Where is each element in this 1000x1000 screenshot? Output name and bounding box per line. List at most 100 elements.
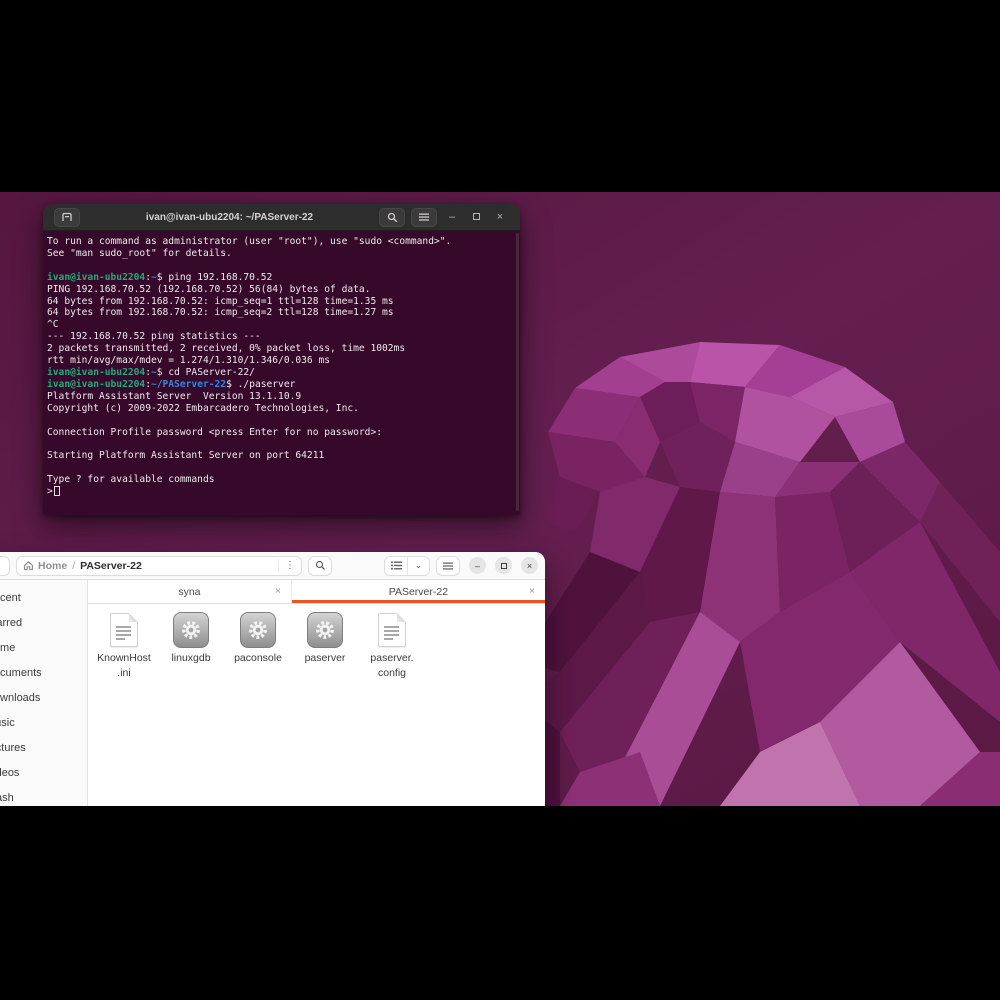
terminal-titlebar[interactable]: ivan@ivan-ubu2204: ~/PAServer-22 – × xyxy=(43,204,520,231)
sidebar-item-recent[interactable]: ◷Recent xyxy=(0,586,87,611)
terminal-line: Connection Profile password <press Enter… xyxy=(47,427,516,439)
view-options-dropdown[interactable]: ⌄ xyxy=(407,556,429,575)
terminal-line: Starting Platform Assistant Server on po… xyxy=(47,450,516,462)
files-headerbar[interactable]: ‹ › Home / PAServer-22 ⋮ xyxy=(0,552,545,580)
terminal-text: Platform Assistant Server Version 13.1.1… xyxy=(47,390,302,402)
search-icon xyxy=(315,560,325,571)
sidebar-item-pictures[interactable]: ▦Pictures xyxy=(0,735,87,760)
file-item-paconsole[interactable]: paconsole xyxy=(229,610,287,665)
file-item-paserver[interactable]: paserver xyxy=(296,610,354,665)
terminal-minimize-button[interactable]: – xyxy=(440,204,464,231)
terminal-text: See "man sudo_root" for details. xyxy=(47,247,232,259)
terminal-line: 64 bytes from 192.168.70.52: icmp_seq=1 … xyxy=(47,296,516,308)
sidebar-item-label: Videos xyxy=(0,766,20,779)
chevron-down-icon: ⌄ xyxy=(414,560,423,570)
terminal-line: Copyright (c) 2009-2022 Embarcadero Tech… xyxy=(47,403,516,415)
terminal-cursor xyxy=(53,486,60,497)
terminal-line: > xyxy=(47,486,516,498)
tab-close-icon[interactable]: × xyxy=(529,586,535,597)
tab-close-icon[interactable]: × xyxy=(275,586,281,597)
files-search-button[interactable] xyxy=(308,555,332,576)
terminal-line: Type ? for available commands xyxy=(47,474,516,486)
terminal-close-button[interactable]: × xyxy=(488,204,512,231)
path-menu-button[interactable]: ⋮ xyxy=(278,558,295,573)
forward-button[interactable]: › xyxy=(0,555,10,576)
sidebar-item-label: Trash xyxy=(0,791,14,804)
file-label: paserver xyxy=(304,652,346,664)
path-bar[interactable]: Home / PAServer-22 ⋮ xyxy=(16,555,302,576)
hamburger-icon xyxy=(419,213,429,221)
terminal-text: Copyright (c) 2009-2022 Embarcadero Tech… xyxy=(47,402,359,414)
terminal-line: To run a command as administrator (user … xyxy=(47,236,516,248)
view-toggle: ⌄ xyxy=(384,555,430,576)
terminal-text: $ ./paserver xyxy=(226,378,296,390)
sidebar-item-label: Pictures xyxy=(0,741,26,754)
executable-gear-icon xyxy=(240,610,276,650)
tab-label: PAServer-22 xyxy=(388,585,449,598)
maximize-icon xyxy=(472,212,480,220)
terminal-menu-button[interactable] xyxy=(411,207,437,227)
sidebar-item-trash[interactable]: ▣Trash xyxy=(0,785,87,806)
files-window: ‹ › Home / PAServer-22 ⋮ xyxy=(0,552,546,806)
terminal-text: ivan@ivan-ubu2204 xyxy=(47,366,146,378)
list-view-button[interactable] xyxy=(385,556,407,575)
files-minimize-button[interactable]: – xyxy=(469,557,486,574)
sidebar-item-documents[interactable]: ▤Documents xyxy=(0,661,87,686)
path-current-folder[interactable]: PAServer-22 xyxy=(80,560,142,572)
sidebar-item-label: Recent xyxy=(0,592,21,605)
sidebar-item-starred[interactable]: ☆Starred xyxy=(0,611,87,636)
terminal-line: ivan@ivan-ubu2204:~$ cd PAServer-22/ xyxy=(47,367,516,379)
sidebar-item-home[interactable]: ⌂Home xyxy=(0,636,87,661)
path-home[interactable]: Home xyxy=(38,560,67,572)
terminal-text: --- 192.168.70.52 ping statistics --- xyxy=(47,331,261,343)
terminal-line: See "man sudo_root" for details. xyxy=(47,248,516,260)
sidebar-item-videos[interactable]: ▶Videos xyxy=(0,760,87,785)
list-view-icon xyxy=(390,561,402,570)
terminal-text: Connection Profile password <press Enter… xyxy=(47,426,383,438)
tab-bar: syna × PAServer-22 × xyxy=(88,580,546,604)
executable-gear-icon xyxy=(173,610,209,650)
text-file-icon xyxy=(110,610,138,650)
tab-label: syna xyxy=(178,585,201,598)
terminal-window: ivan@ivan-ubu2204: ~/PAServer-22 – × To … xyxy=(43,204,520,515)
sidebar-item-label: Home xyxy=(0,642,16,655)
terminal-line: ivan@ivan-ubu2204:~$ ping 192.168.70.52 xyxy=(47,272,516,284)
terminal-text: PING 192.168.70.52 (192.168.70.52) 56(84… xyxy=(47,283,371,295)
terminal-text: 64 bytes from 192.168.70.52: icmp_seq=1 … xyxy=(47,295,394,307)
tab-paserver-22[interactable]: PAServer-22 × xyxy=(291,580,546,603)
file-label: .ini xyxy=(117,666,131,679)
file-label: config xyxy=(377,666,407,679)
files-sidebar: ◷Recent☆Starred⌂Home▤Documents↓Downloads… xyxy=(0,580,88,806)
terminal-maximize-button[interactable] xyxy=(464,204,488,231)
hamburger-icon xyxy=(443,562,453,569)
sidebar-item-downloads[interactable]: ↓Downloads xyxy=(0,686,87,711)
tab-syna[interactable]: syna × xyxy=(88,580,292,603)
file-label: paserver. xyxy=(370,652,414,664)
terminal-search-button[interactable] xyxy=(379,207,405,227)
files-maximize-button[interactable] xyxy=(495,557,512,574)
terminal-line: --- 192.168.70.52 ping statistics --- xyxy=(47,331,516,343)
terminal-line: 64 bytes from 192.168.70.52: icmp_seq=2 … xyxy=(47,307,516,319)
sidebar-item-music[interactable]: ♪Music xyxy=(0,710,87,735)
files-close-button[interactable]: × xyxy=(521,557,538,574)
terminal-text: 64 bytes from 192.168.70.52: icmp_seq=2 … xyxy=(47,307,394,319)
terminal-text: To run a command as administrator (user … xyxy=(47,236,452,247)
files-menu-button[interactable] xyxy=(436,555,460,576)
terminal-text: 2 packets transmitted, 2 received, 0% pa… xyxy=(47,343,406,355)
desktop: ivan@ivan-ubu2204: ~/PAServer-22 – × To … xyxy=(0,192,1000,806)
terminal-line: 2 packets transmitted, 2 received, 0% pa… xyxy=(47,343,516,355)
terminal-new-tab-button[interactable] xyxy=(54,207,80,227)
file-grid[interactable]: KnownHost .ini linuxgdb paconsole paserver pa… xyxy=(88,604,545,679)
file-item-paserver-config[interactable]: paserver. config xyxy=(363,610,421,679)
terminal-line: ivan@ivan-ubu2204:~/PAServer-22$ ./paser… xyxy=(47,379,516,391)
terminal-text: ivan@ivan-ubu2204 xyxy=(47,271,146,283)
file-item-linuxgdb[interactable]: linuxgdb xyxy=(162,610,220,665)
terminal-text: ^C xyxy=(47,319,59,331)
terminal-output[interactable]: To run a command as administrator (user … xyxy=(43,231,520,515)
terminal-scrollbar[interactable] xyxy=(516,233,519,511)
file-item-KnownHost-ini[interactable]: KnownHost .ini xyxy=(95,610,153,679)
search-icon xyxy=(387,212,397,222)
